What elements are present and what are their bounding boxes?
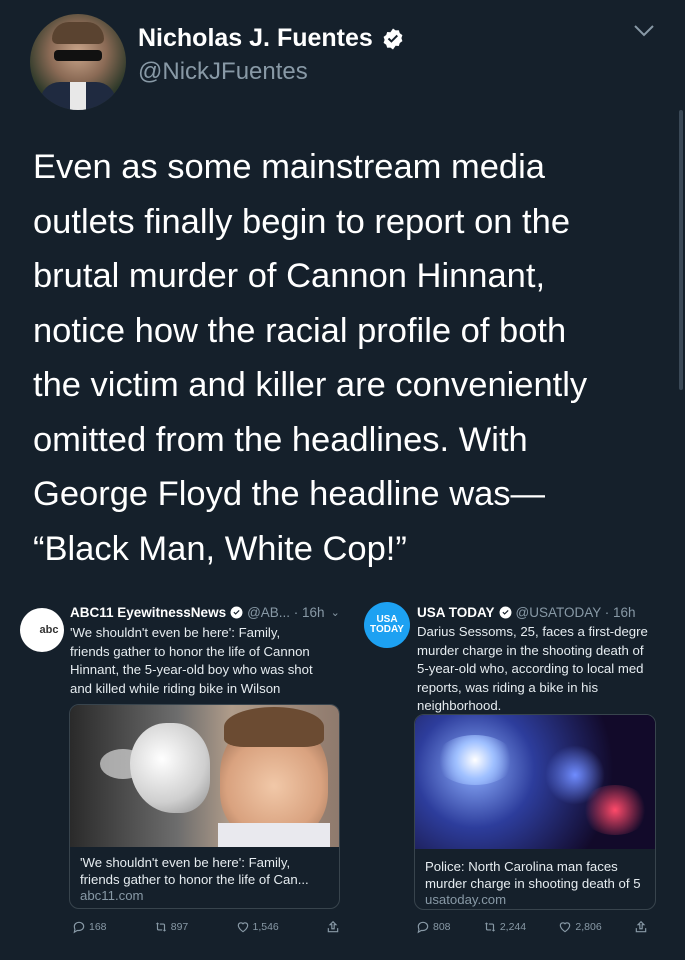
link-card-title: friends gather to honor the life of Can.… <box>80 871 309 887</box>
embedded-tweet-abc11[interactable]: abc ABC11 EyewitnessNews @AB... · 16h ⌄ … <box>20 600 345 948</box>
tweet-text: Even as some mainstream media outlets fi… <box>33 140 653 576</box>
tweet-text-line: the victim and killer are conveniently <box>33 366 588 404</box>
heart-icon <box>560 922 571 933</box>
avatar-sunglasses <box>54 50 102 61</box>
author-name-row: Nicholas J. Fuentes <box>138 24 405 53</box>
embedded-text-line: neighborhood. <box>417 698 502 713</box>
embedded-text-line: Darius Sessoms, 25, faces a first-degre <box>417 624 648 639</box>
embedded-tweet-header: USA TODAY @USATODAY · 16h <box>417 605 636 620</box>
tweet-text-line: outlets finally begin to report on the <box>33 202 571 241</box>
share-button[interactable] <box>326 920 340 934</box>
like-count: 1,546 <box>252 921 279 933</box>
retweet-icon <box>155 922 166 932</box>
link-card-text: Police: North Carolina man faces murder … <box>425 859 655 909</box>
lily-flower <box>130 723 210 813</box>
police-light <box>580 785 650 835</box>
reply-button[interactable]: 168 <box>72 920 107 934</box>
share-icon <box>327 920 339 933</box>
embedded-tweet-text: 'We shouldn't even be here': Family, fri… <box>70 624 345 698</box>
abc11-logo: abc <box>20 608 64 652</box>
reply-count: 168 <box>89 921 107 933</box>
like-count: 2,806 <box>575 921 602 933</box>
retweet-count: 2,244 <box>499 921 527 933</box>
link-card-url: abc11.com <box>80 888 144 903</box>
embedded-author-name[interactable]: USA TODAY <box>417 605 495 620</box>
embedded-text-line: 'We shouldn't even be here': Family, <box>70 625 281 640</box>
link-card[interactable]: Police: North Carolina man faces murder … <box>414 714 656 910</box>
embedded-author-name[interactable]: ABC11 EyewitnessNews <box>70 605 226 620</box>
child-hair <box>224 707 324 747</box>
tweet-header: Nicholas J. Fuentes @NickJFuentes <box>30 14 655 110</box>
embedded-tweet-usatoday[interactable]: USA TODAY USA TODAY @USATODAY · 16h Dari… <box>364 600 656 948</box>
link-card-url: usatoday.com <box>425 892 507 907</box>
link-card-title: Police: North Carolina man faces <box>425 859 618 874</box>
author-display-name[interactable]: Nicholas J. Fuentes <box>138 24 373 53</box>
reply-icon <box>73 921 85 934</box>
usatoday-logo[interactable]: USA TODAY <box>364 602 410 648</box>
share-icon <box>635 920 647 933</box>
avatar-shirt <box>70 82 86 110</box>
link-card-title: 'We shouldn't even be here': Family, <box>80 855 291 870</box>
tweet-text-line: George Floyd the headline was— <box>33 475 546 513</box>
embedded-text-line: reports, was riding a bike in his <box>417 679 599 695</box>
embedded-author-meta: @USATODAY · 16h <box>515 605 636 620</box>
embedded-text-line: 5-year-old who, according to local med <box>417 661 644 676</box>
police-light <box>435 735 515 785</box>
tweet-text-line: brutal murder of Cannon Hinnant, <box>33 257 546 295</box>
like-button[interactable]: 1,546 <box>236 920 279 934</box>
scrollbar[interactable] <box>679 110 683 390</box>
abc11-avatar[interactable]: abc <box>20 608 64 654</box>
reply-icon <box>417 921 429 934</box>
chevron-down-icon[interactable] <box>633 24 655 38</box>
retweet-count: 897 <box>170 921 189 933</box>
embedded-action-bar: 168 897 1,546 <box>72 920 340 934</box>
author-avatar[interactable] <box>30 14 126 110</box>
verified-badge-icon <box>383 28 403 49</box>
link-card[interactable]: 'We shouldn't even be here': Family, fri… <box>69 704 340 909</box>
reply-button[interactable]: 808 <box>416 920 451 934</box>
link-card-image <box>70 705 339 847</box>
embedded-author-meta: @AB... · 16h <box>247 605 325 620</box>
abc11-logo-text: abc <box>39 624 59 636</box>
tweet-text-line: “Black Man, White Cop!” <box>33 529 407 568</box>
embedded-action-bar: 808 2,244 2,806 <box>416 920 648 934</box>
embedded-tweet-header: ABC11 EyewitnessNews @AB... · 16h ⌄ <box>70 605 340 620</box>
child-shirt <box>218 823 330 847</box>
like-button[interactable]: 2,806 <box>558 920 602 934</box>
chevron-down-icon[interactable]: ⌄ <box>331 606 340 619</box>
heart-icon <box>237 922 248 933</box>
embedded-text-line: and killed while riding bike in Wilson <box>70 680 281 696</box>
retweet-button[interactable]: 2,244 <box>483 920 526 934</box>
embedded-tweet-text: Darius Sessoms, 25, faces a first-degre … <box>417 623 657 716</box>
tweet-text-line: notice how the racial profile of both <box>33 311 567 350</box>
share-button[interactable] <box>634 920 648 934</box>
link-card-title: murder charge in shooting death of 5 <box>425 875 641 891</box>
retweet-icon <box>484 922 496 932</box>
verified-badge-icon <box>230 606 243 619</box>
tweet-text-line: Even as some mainstream media <box>33 148 545 186</box>
link-card-text: 'We shouldn't even be here': Family, fri… <box>80 855 335 905</box>
retweet-button[interactable]: 897 <box>154 920 189 934</box>
embedded-text-line: murder charge in the shooting death of <box>417 642 644 658</box>
tweet-text-line: omitted from the headlines. With <box>33 420 528 459</box>
embedded-text-line: friends gather to honor the life of Cann… <box>70 643 310 659</box>
embedded-text-line: Hinnant, the 5-year-old boy who was shot <box>70 662 313 677</box>
usatoday-logo-line: TODAY <box>370 624 404 635</box>
reply-count: 808 <box>433 921 451 933</box>
avatar-hair <box>52 22 104 44</box>
author-handle[interactable]: @NickJFuentes <box>138 58 308 86</box>
link-card-image <box>415 715 655 849</box>
verified-badge-icon <box>499 606 511 619</box>
